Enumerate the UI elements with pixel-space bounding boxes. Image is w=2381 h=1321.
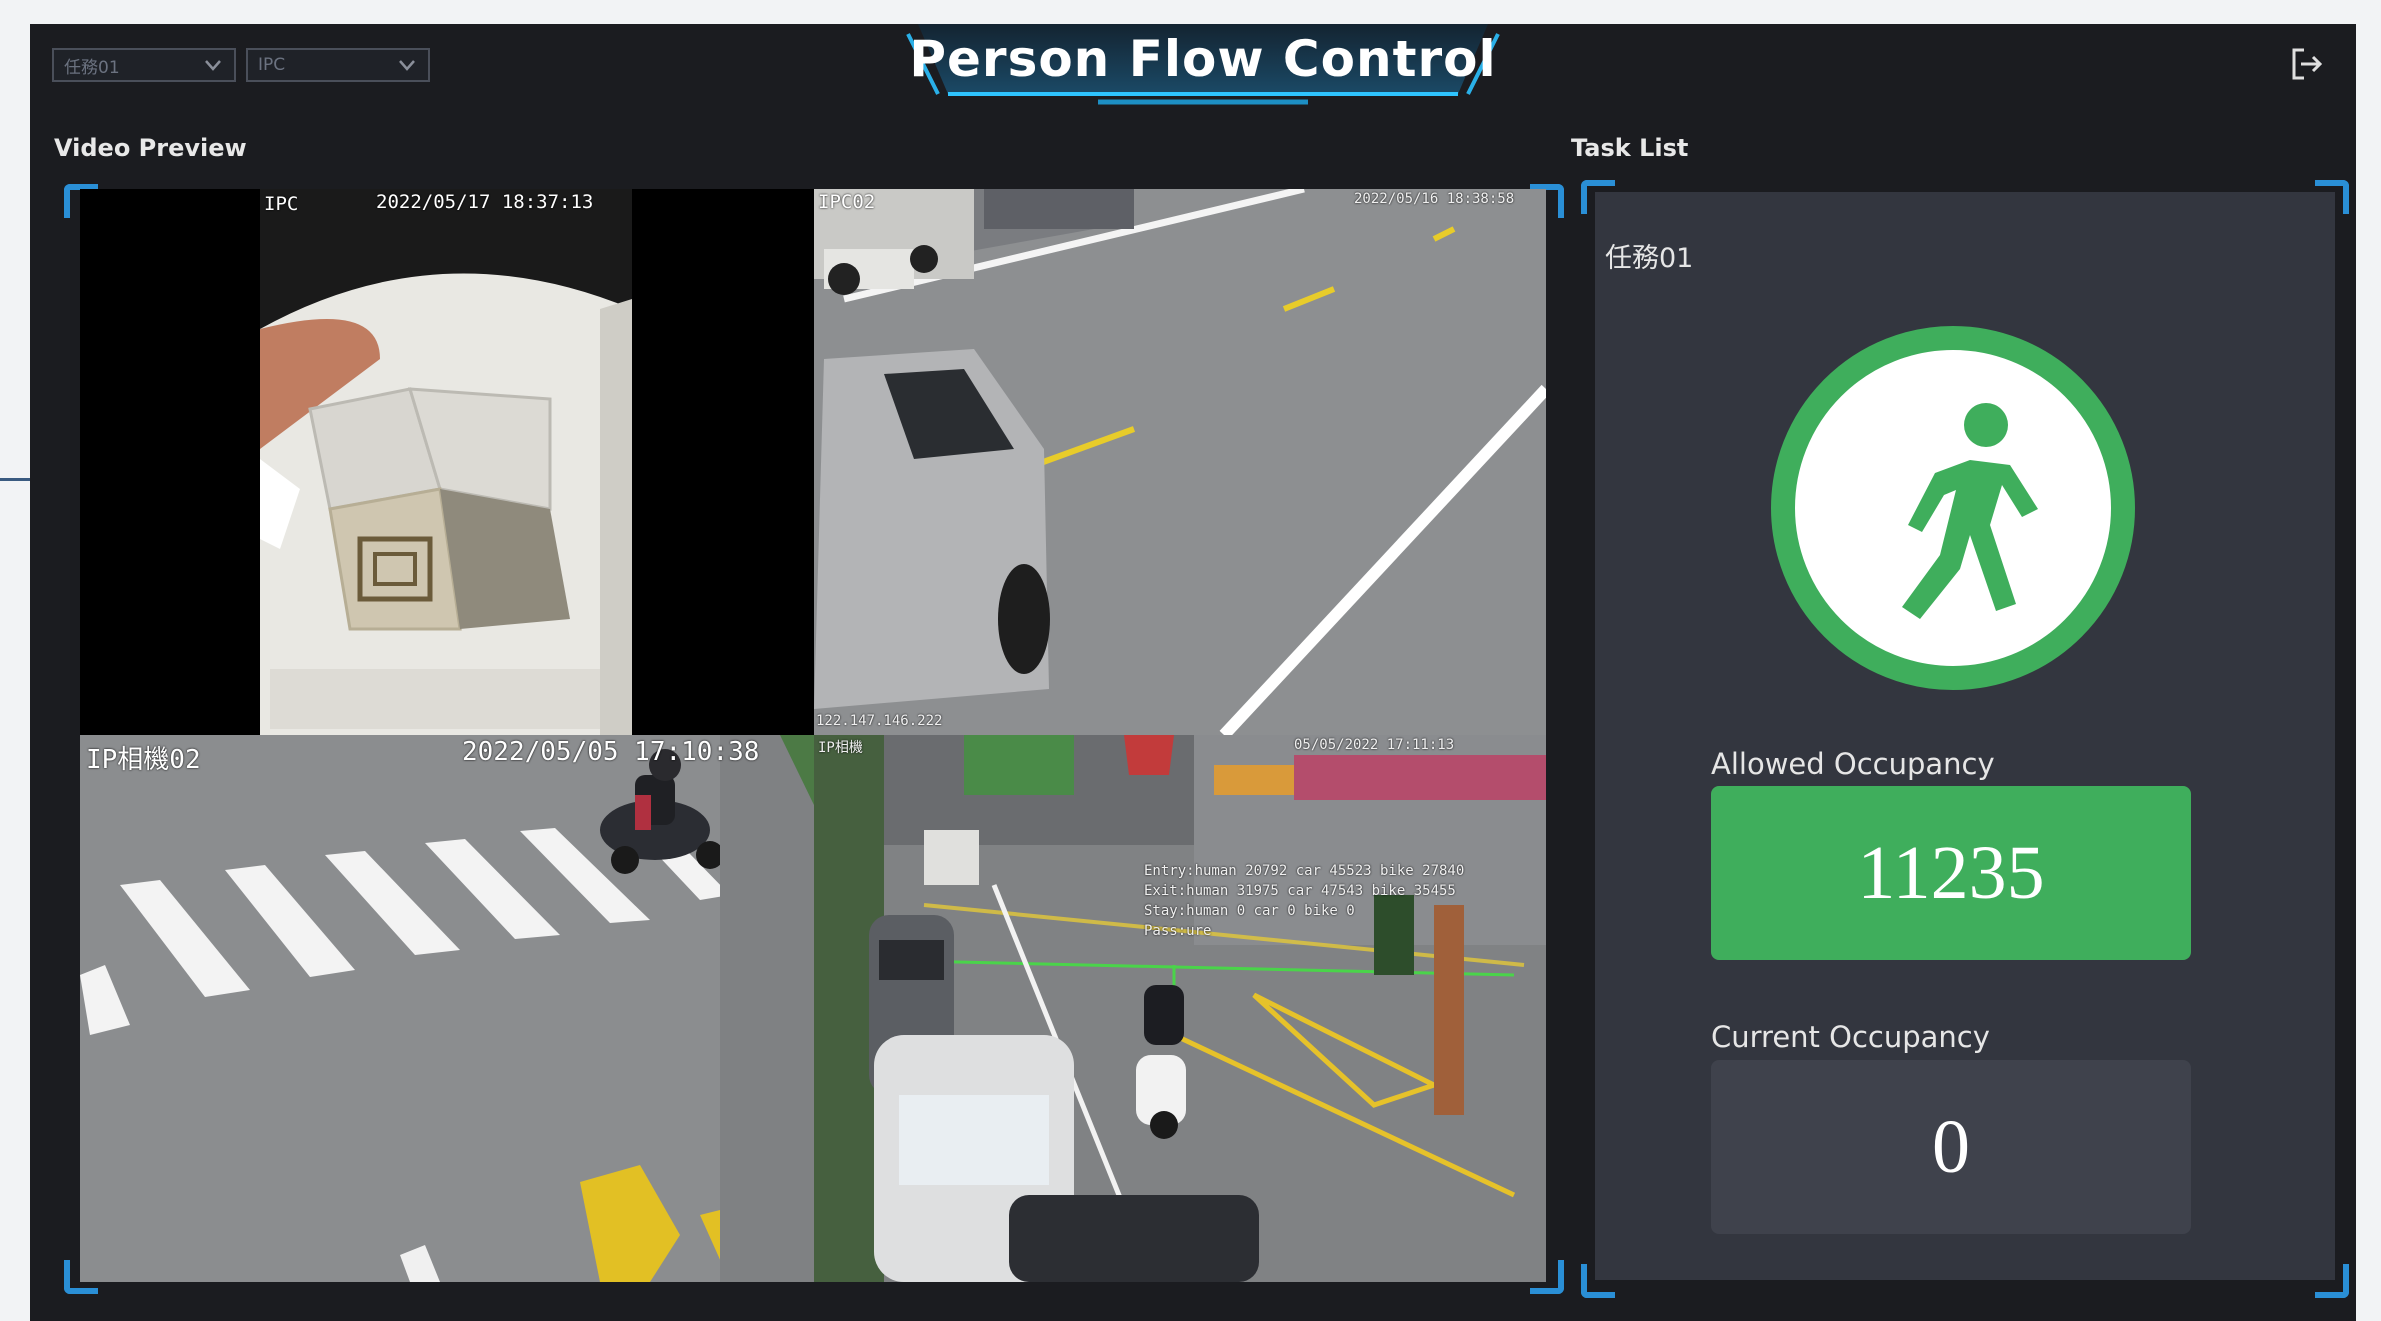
- osd-count-line: Pass:ure: [1144, 923, 1212, 939]
- video-tile-2[interactable]: IPC02 2022/05/16 18:38:58 122.147.146.22…: [814, 189, 1546, 735]
- camera-select-value: IPC: [258, 55, 286, 75]
- camera-feed-crosswalk: [80, 735, 814, 1282]
- task-name[interactable]: 任務01: [1605, 236, 1693, 275]
- page-title: Person Flow Control: [909, 30, 1497, 88]
- task-select[interactable]: 任務01: [52, 48, 236, 82]
- osd-timestamp: 2022/05/17 18:37:13: [376, 191, 594, 213]
- logout-icon[interactable]: [2286, 44, 2326, 84]
- osd-camera-name: IPC: [264, 193, 299, 215]
- task-panel: 任務01 Allowed Occupancy 11235 Current Occ…: [1595, 192, 2335, 1280]
- video-preview-grid: IPC 2022/05/17 18:37:13 IPC02 2022/05/16…: [80, 189, 1546, 1282]
- task-list-label: Task List: [1571, 134, 1689, 162]
- osd-count-line: Exit:human 31975 car 47543 bike 35455: [1144, 883, 1456, 899]
- camera-select[interactable]: IPC: [246, 48, 430, 82]
- side-connector-line: [0, 478, 30, 481]
- osd-camera-name: IP相機02: [86, 745, 201, 775]
- osd-camera-name: IPC02: [818, 191, 876, 213]
- osd-ip-address: 122.147.146.222: [816, 713, 943, 729]
- osd-count-line: Entry:human 20792 car 45523 bike 27840: [1144, 863, 1465, 879]
- current-occupancy-value: 0: [1711, 1060, 2191, 1234]
- osd-count-line: Stay:human 0 car 0 bike 0: [1144, 903, 1355, 919]
- osd-timestamp: 05/05/2022 17:11:13: [1294, 737, 1455, 753]
- video-tile-4[interactable]: IP相機 05/05/2022 17:11:13 Entry:human 207…: [814, 735, 1546, 1282]
- chevron-down-icon: [399, 60, 415, 71]
- video-tile-3[interactable]: IP相機02 2022/05/05 17:10:38: [80, 735, 814, 1282]
- video-preview-label: Video Preview: [54, 134, 247, 162]
- osd-camera-name: IP相機: [818, 740, 863, 756]
- allowed-occupancy-label: Allowed Occupancy: [1711, 747, 1995, 781]
- camera-feed-ceiling: [80, 189, 814, 735]
- task-select-value: 任務01: [64, 57, 120, 78]
- allowed-occupancy-value: 11235: [1711, 786, 2191, 960]
- title-banner: Person Flow Control: [898, 24, 1508, 108]
- current-occupancy-label: Current Occupancy: [1711, 1020, 1990, 1054]
- chevron-down-icon: [205, 60, 221, 71]
- camera-feed-street: [814, 189, 1546, 735]
- walking-person-icon: [1771, 326, 2135, 690]
- camera-feed-intersection: [814, 735, 1546, 1282]
- osd-timestamp: 2022/05/05 17:10:38: [462, 737, 760, 767]
- osd-timestamp: 2022/05/16 18:38:58: [1354, 191, 1515, 207]
- person-flow-app: 任務01 IPC Person Flow Control Video Previ…: [30, 24, 2356, 1321]
- video-tile-1[interactable]: IPC 2022/05/17 18:37:13: [80, 189, 814, 735]
